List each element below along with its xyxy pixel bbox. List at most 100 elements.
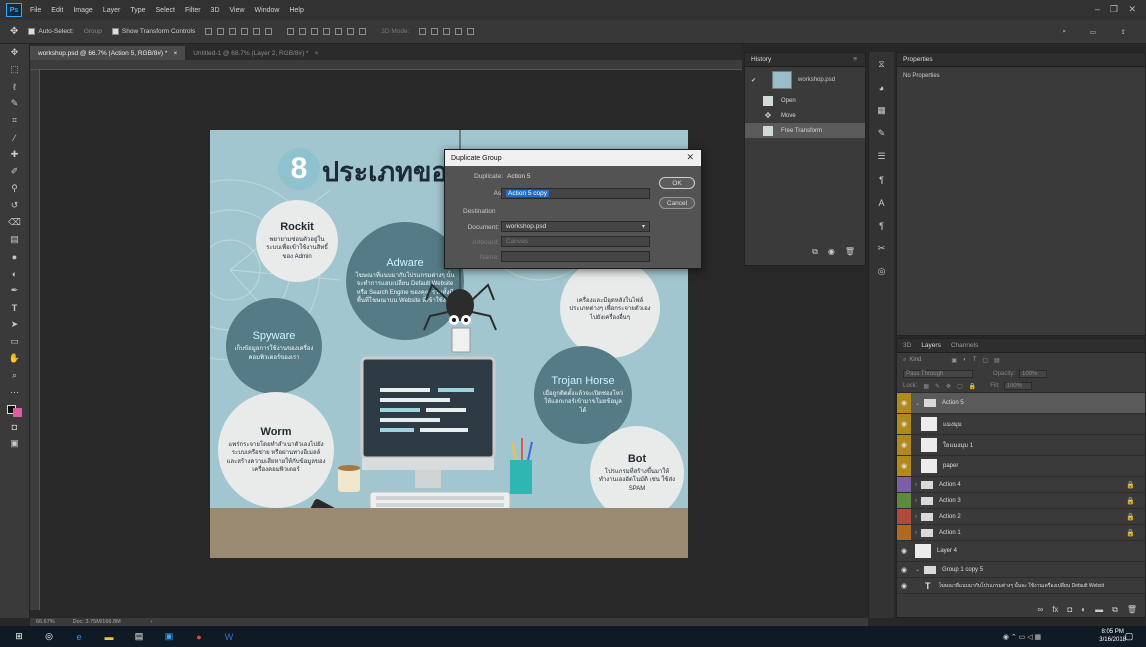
auto-select-dropdown[interactable]: Group	[84, 28, 102, 35]
visibility-eye-icon[interactable]: ◉	[897, 541, 911, 561]
new-group-icon[interactable]: ▬	[1095, 605, 1103, 615]
close-tab-icon[interactable]: ×	[173, 50, 177, 57]
lock-all-icon[interactable]: 🔒	[969, 383, 976, 390]
color-swatches-icon[interactable]	[5, 401, 25, 418]
new-document-from-state-icon[interactable]: ⧉	[812, 247, 818, 257]
tab-layers[interactable]: Layers	[921, 342, 941, 349]
visibility-toggle[interactable]	[897, 477, 911, 492]
layer-style-icon[interactable]: fx	[1052, 605, 1058, 615]
quick-select-tool-icon[interactable]: ✎	[5, 95, 25, 112]
lock-position-icon[interactable]: ✥	[946, 383, 951, 390]
visibility-eye-icon[interactable]: ◉	[897, 435, 911, 455]
status-arrow-icon[interactable]: ›	[151, 619, 153, 625]
menu-edit[interactable]: Edit	[51, 7, 63, 14]
history-item-move[interactable]: ✥ Move	[745, 108, 865, 123]
name-input[interactable]	[501, 251, 650, 262]
type-tool-icon[interactable]: T	[5, 299, 25, 316]
paragraph-styles-icon[interactable]: ¶	[872, 217, 892, 234]
move-tool-icon[interactable]: ✥	[5, 44, 25, 61]
gradient-tool-icon[interactable]: ▤	[5, 231, 25, 248]
add-mask-icon[interactable]: ◘	[1067, 605, 1072, 615]
healing-brush-tool-icon[interactable]: ✚	[5, 146, 25, 163]
menu-help[interactable]: Help	[289, 7, 303, 14]
lock-artboard-icon[interactable]: ▢	[957, 383, 963, 390]
tab-workshop[interactable]: workshop.psd @ 66.7% (Action 5, RGB/8#) …	[30, 46, 186, 60]
crop-tool-icon[interactable]: ⌗	[5, 112, 25, 129]
collapse-chevron-icon[interactable]: ›	[915, 498, 917, 504]
clone-stamp-tool-icon[interactable]: ⚲	[5, 180, 25, 197]
brush-panel-icon[interactable]: ✎	[872, 125, 892, 142]
drag-3d-icon[interactable]	[443, 28, 451, 35]
layer-text-adware[interactable]: ◉ T โฆษณาที่แนบมากับโปรแกรมต่างๆ นั้นจะ …	[897, 578, 1145, 594]
align-bottom-icon[interactable]	[229, 28, 237, 35]
hand-tool-icon[interactable]: ✋	[5, 350, 25, 367]
tab-channels[interactable]: Channels	[951, 342, 978, 349]
workspace-icon[interactable]: ▭	[1090, 28, 1096, 36]
as-name-input[interactable]: Action 5 copy	[501, 188, 650, 199]
link-layers-icon[interactable]: ∞	[1038, 605, 1044, 615]
visibility-eye-icon[interactable]: ◉	[897, 456, 911, 476]
marquee-tool-icon[interactable]: ⬚	[5, 61, 25, 78]
filter-adjustment-icon[interactable]: ◐	[963, 357, 967, 363]
filter-shape-icon[interactable]: ▢	[982, 357, 988, 364]
menu-file[interactable]: File	[30, 7, 41, 14]
expand-chevron-icon[interactable]: ⌄	[915, 400, 920, 407]
close-window-icon[interactable]: ✕	[1128, 4, 1136, 15]
menu-filter[interactable]: Filter	[185, 7, 201, 14]
camera-icon[interactable]: ◉	[828, 247, 835, 257]
tools-presets-icon[interactable]: ✂	[872, 240, 892, 257]
visibility-eye-icon[interactable]: ◉	[897, 414, 911, 434]
adjustments-panel-icon[interactable]: ☰	[872, 148, 892, 165]
move-tool-icon[interactable]: ✥	[10, 26, 18, 37]
ok-button[interactable]: OK	[659, 177, 695, 189]
adjustment-layer-icon[interactable]: ◐	[1081, 605, 1086, 615]
filter-pixel-icon[interactable]: ▣	[951, 357, 957, 364]
edge-browser-icon[interactable]: e	[72, 631, 86, 643]
align-right-icon[interactable]	[265, 28, 273, 35]
word-icon[interactable]: W	[222, 631, 236, 643]
windows-start-icon[interactable]: ⊞	[12, 631, 26, 643]
visibility-eye-icon[interactable]: ◉	[897, 578, 911, 593]
minimize-icon[interactable]: –	[1095, 4, 1100, 14]
layer-action-4[interactable]: › Action 4 🔒	[897, 477, 1145, 493]
system-tray-icons[interactable]: ◉ ⌃ ▭ ◁ ▦	[992, 631, 1052, 643]
layer-4[interactable]: ◉ Layer 4	[897, 541, 1145, 562]
filter-smart-object-icon[interactable]: ▤	[994, 357, 1000, 364]
chrome-icon[interactable]: ●	[192, 631, 206, 643]
auto-select-checkbox[interactable]	[28, 28, 36, 35]
more-tools-icon[interactable]: ⋯	[5, 384, 25, 401]
screen-mode-icon[interactable]: ▣	[5, 435, 25, 452]
menu-3d[interactable]: 3D	[211, 7, 220, 14]
auto-align-icon[interactable]	[359, 28, 367, 35]
visibility-toggle[interactable]	[897, 509, 911, 524]
collapse-chevron-icon[interactable]: ›	[915, 530, 917, 536]
expand-chevron-icon[interactable]: ⌄	[915, 566, 920, 573]
path-select-tool-icon[interactable]: ➤	[5, 316, 25, 333]
layer-action-5[interactable]: ◉ ⌄ Action 5	[897, 393, 1145, 414]
distribute-middle-icon[interactable]	[299, 28, 307, 35]
layer-paper[interactable]: ◉ paper	[897, 456, 1145, 477]
history-snapshot[interactable]: ✔ workshop.psd	[745, 67, 865, 93]
lock-paint-icon[interactable]: ✎	[935, 383, 940, 390]
visibility-eye-icon[interactable]: ◉	[897, 393, 911, 413]
blend-mode-dropdown[interactable]: Pass Through	[903, 369, 973, 378]
3d-panel-icon[interactable]: ◎	[872, 263, 892, 280]
distribute-center-icon[interactable]	[335, 28, 343, 35]
document-select[interactable]: workshop.psd ▾	[501, 221, 650, 232]
eraser-tool-icon[interactable]: ⌫	[5, 214, 25, 231]
opacity-field[interactable]: 100%	[1019, 369, 1048, 378]
swatches-panel-icon[interactable]: ▦	[872, 102, 892, 119]
delete-layer-icon[interactable]: 🗑	[1127, 605, 1137, 615]
snapshot-brush-icon[interactable]: ✔	[751, 77, 756, 84]
paragraph-panel-icon[interactable]: ¶	[872, 171, 892, 188]
fill-field[interactable]: 100%	[1003, 382, 1032, 390]
layer-action-2[interactable]: › Action 2 🔒	[897, 509, 1145, 525]
character-panel-icon[interactable]: A	[872, 194, 892, 211]
menu-window[interactable]: Window	[255, 7, 280, 14]
visibility-toggle[interactable]	[897, 493, 911, 508]
visibility-toggle[interactable]	[897, 525, 911, 540]
menu-view[interactable]: View	[230, 7, 245, 14]
artboard-select[interactable]: Canvas	[501, 236, 650, 247]
scale-3d-icon[interactable]	[467, 28, 475, 35]
distribute-right-icon[interactable]	[347, 28, 355, 35]
